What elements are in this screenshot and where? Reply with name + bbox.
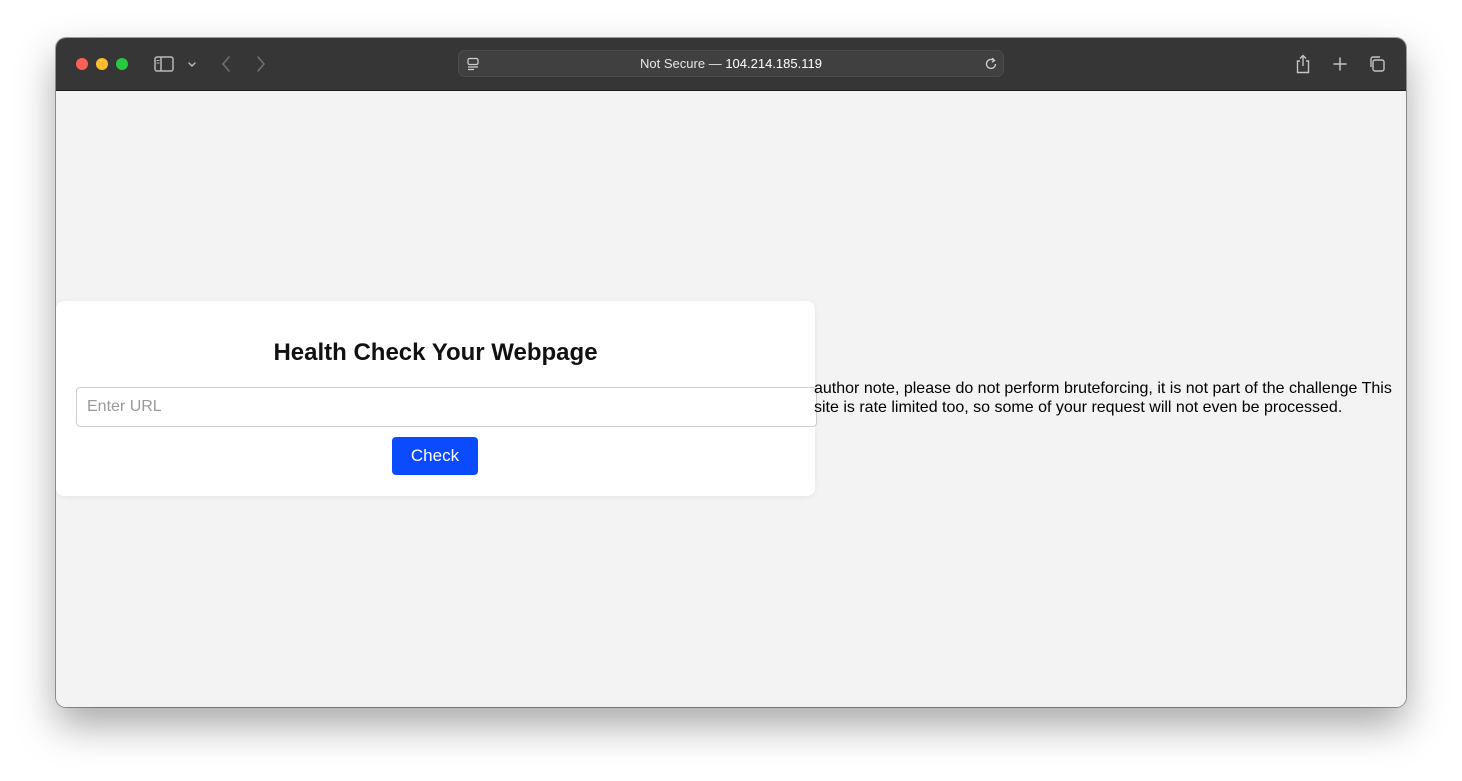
sidebar-icon[interactable] [152,52,176,76]
address-host: 104.214.185.119 [725,56,822,71]
tab-overview-icon[interactable] [1367,52,1387,76]
new-tab-icon[interactable] [1330,52,1350,76]
browser-window: Not Secure — 104.214.185.119 Health Chec… [56,38,1406,707]
check-button[interactable]: Check [392,437,478,475]
browser-toolbar: Not Secure — 104.214.185.119 [56,38,1406,91]
url-input[interactable] [76,387,817,427]
maximize-window-button[interactable] [116,58,128,70]
chevron-down-icon[interactable] [186,52,198,76]
author-note: author note, please do not perform brute… [814,380,1392,416]
page-title: Health Check Your Webpage [273,339,598,366]
address-bar[interactable]: Not Secure — 104.214.185.119 [458,50,1004,77]
share-icon[interactable] [1293,52,1313,76]
address-text: Not Secure — 104.214.185.119 [459,51,1003,78]
page-content: Health Check Your Webpage Check author n… [56,91,1406,707]
back-icon[interactable] [218,52,234,76]
health-check-card: Health Check Your Webpage Check [56,301,817,496]
close-window-button[interactable] [76,58,88,70]
security-label: Not Secure — [640,56,726,71]
minimize-window-button[interactable] [96,58,108,70]
reload-icon[interactable] [983,52,999,76]
forward-icon[interactable] [253,52,269,76]
